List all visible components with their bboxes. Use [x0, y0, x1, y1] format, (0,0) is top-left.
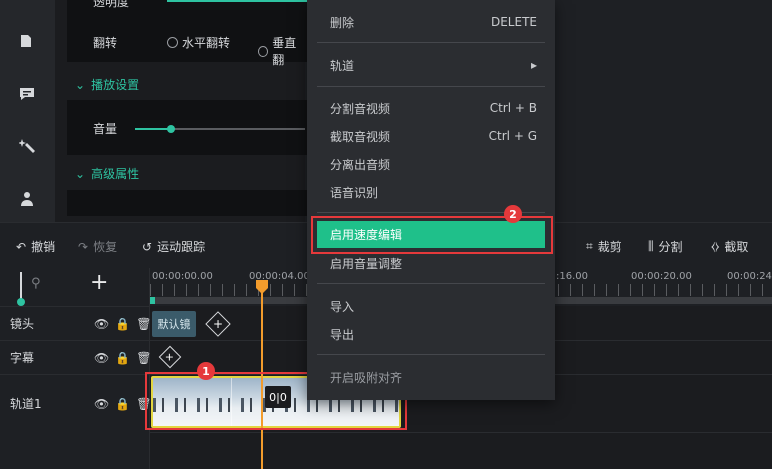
- person-icon[interactable]: [18, 190, 36, 208]
- menu-item-track[interactable]: 轨道 ▸: [330, 54, 537, 76]
- advanced-section-bg: [67, 190, 307, 216]
- comment-icon[interactable]: [18, 85, 36, 103]
- context-menu: 删除 DELETE 轨道 ▸ 分割音视频 Ctrl + B 截取音视频 Ctrl + G…: [307, 0, 555, 400]
- lock-icon[interactable]: 🔒: [115, 351, 130, 365]
- menu-item-volume-adjust[interactable]: 启用音量调整: [330, 252, 537, 274]
- volume-slider-fill: [135, 128, 171, 130]
- add-keyframe-icon[interactable]: +: [205, 311, 231, 337]
- annotation-badge-1: 1: [197, 362, 215, 380]
- track-controls: 👁 🔒 🗑: [94, 397, 151, 411]
- tick-label: 00:00:00.00: [152, 271, 213, 282]
- motion-track-button[interactable]: ↺ 运动跟踪: [142, 238, 205, 255]
- flip-label: 翻转: [93, 36, 118, 50]
- advanced-section-header[interactable]: ⌄ 高级属性: [75, 165, 139, 182]
- track-row-track1: 轨道1 👁 🔒 🗑: [0, 374, 151, 432]
- add-subtitle-icon[interactable]: +: [158, 345, 182, 369]
- menu-separator: [317, 354, 545, 355]
- ruler-start-marker: [150, 297, 155, 304]
- zoom-slider-knob[interactable]: [17, 298, 25, 306]
- split-icon: ⫼: [648, 239, 654, 253]
- tick-label: :16.00: [556, 271, 588, 282]
- lens-clip-label: 默认镜: [157, 318, 191, 331]
- menu-item-speech-recognition[interactable]: 语音识别: [330, 181, 537, 203]
- track-divider: [150, 432, 772, 433]
- tick-label: 00:00:20.00: [631, 271, 692, 282]
- opacity-slider[interactable]: [167, 0, 307, 2]
- menu-item-snap[interactable]: 开启吸附对齐: [330, 366, 537, 388]
- track-row-subtitle: 字幕 👁 🔒 🗑: [0, 340, 151, 374]
- lens-clip[interactable]: 默认镜: [152, 311, 196, 337]
- properties-panel: 透明度 翻转 水平翻转 垂直翻 ⌄ 播放设置 音量 ⌄ 高级属性: [55, 0, 307, 222]
- eye-icon[interactable]: 👁: [94, 351, 109, 365]
- undo-button[interactable]: ↶ 撤销: [16, 238, 55, 255]
- track-name-lens: 镜头: [10, 317, 35, 331]
- playback-section-header[interactable]: ⌄ 播放设置: [75, 76, 139, 93]
- track-controls: 👁 🔒 🗑: [94, 351, 151, 365]
- zoom-search-icon[interactable]: ⚲: [31, 276, 41, 291]
- eye-icon[interactable]: 👁: [94, 317, 109, 331]
- lock-icon[interactable]: 🔒: [115, 317, 130, 331]
- volume-slider[interactable]: [135, 125, 305, 133]
- eye-icon[interactable]: 👁: [94, 397, 109, 411]
- tick-label: 00:00:24.0: [727, 271, 772, 282]
- menu-item-import[interactable]: 导入: [330, 295, 537, 317]
- volume-label: 音量: [93, 122, 118, 136]
- menu-item-separate-audio[interactable]: 分离出音频: [330, 153, 537, 175]
- menu-item-split-av[interactable]: 分割音视频 Ctrl + B: [330, 97, 537, 119]
- menu-separator: [317, 86, 545, 87]
- redo-icon: ↷: [78, 239, 89, 254]
- track-header-panel: ⚲ + 镜头 👁 🔒 🗑 字幕 👁 🔒 🗑 轨道1 👁 🔒 🗑: [0, 268, 151, 469]
- undo-icon: ↶: [16, 239, 27, 254]
- menu-item-clip-av[interactable]: 截取音视频 Ctrl + G: [330, 125, 537, 147]
- magic-wand-icon[interactable]: [18, 137, 36, 155]
- submenu-arrow-icon: ▸: [530, 58, 537, 72]
- opacity-label: 透明度: [93, 0, 130, 9]
- crop-icon: ⌗: [586, 239, 593, 253]
- menu-item-delete[interactable]: 删除 DELETE: [330, 11, 537, 33]
- redo-button[interactable]: ↷ 恢复: [78, 238, 117, 255]
- zoom-slider[interactable]: [17, 272, 25, 306]
- split-button[interactable]: ⫼ 分割: [648, 238, 683, 255]
- volume-slider-knob[interactable]: [167, 125, 175, 133]
- clip-button[interactable]: ⧼⧽ 截取: [711, 238, 748, 255]
- clip-icon: ⧼⧽: [711, 239, 720, 253]
- menu-separator: [317, 42, 545, 43]
- chevron-down-icon: ⌄: [75, 166, 86, 181]
- motion-track-icon: ↺: [142, 239, 153, 254]
- menu-item-export[interactable]: 导出: [330, 323, 537, 345]
- track-name-track1: 轨道1: [10, 397, 42, 411]
- flip-vertical-radio[interactable]: 垂直翻: [258, 34, 305, 68]
- add-track-icon[interactable]: +: [90, 272, 108, 294]
- folder-icon[interactable]: [18, 32, 36, 50]
- track-controls: 👁 🔒 🗑: [94, 317, 151, 331]
- crop-button[interactable]: ⌗ 裁剪: [586, 238, 622, 255]
- left-icon-rail: [0, 0, 55, 222]
- chevron-down-icon: ⌄: [75, 77, 86, 92]
- track-row-lens: 镜头 👁 🔒 🗑: [0, 306, 151, 340]
- track-name-subtitle: 字幕: [10, 351, 35, 365]
- lock-icon[interactable]: 🔒: [115, 397, 130, 411]
- menu-separator: [317, 283, 545, 284]
- flip-horizontal-radio[interactable]: 水平翻转: [167, 34, 230, 51]
- annotation-badge-2: 2: [504, 205, 522, 223]
